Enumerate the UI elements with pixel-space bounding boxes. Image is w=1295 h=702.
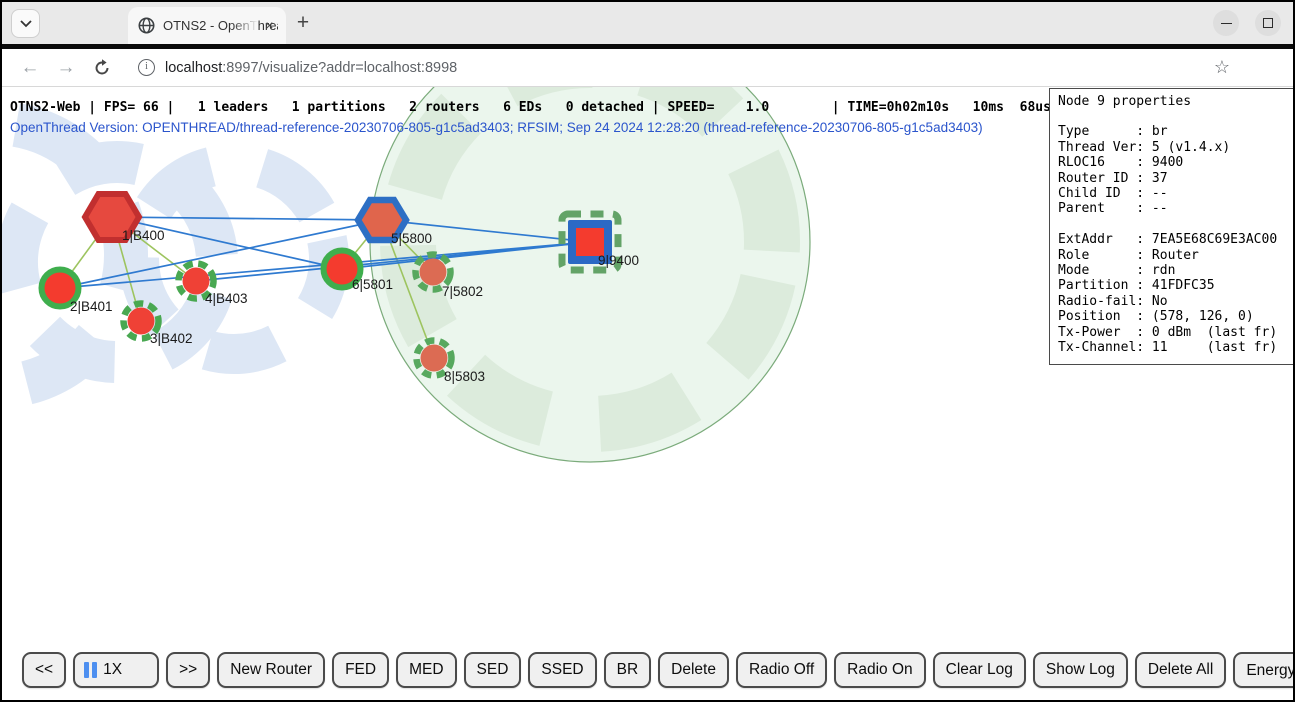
otns-canvas-area[interactable]: 1|B400 2|B401 3|B402 4|B403 5|5800 6|580… <box>2 87 1293 700</box>
pause-icon <box>84 662 97 678</box>
url-path: :8997/visualize?addr=localhost:8998 <box>222 60 457 76</box>
browser-window: OTNS2 - OpenThread Ne × + ← → i localhos… <box>2 2 1293 700</box>
control-button-row: << 1X >> New Router FED MED SED SSED BR … <box>22 652 1293 688</box>
prop-mode: Mode : rdn <box>1058 263 1293 278</box>
radio-off-button[interactable]: Radio Off <box>736 652 827 688</box>
ssed-button[interactable]: SSED <box>528 652 596 688</box>
node-label: 6|5801 <box>352 277 393 292</box>
tab-active[interactable]: OTNS2 - OpenThread Ne × <box>128 7 286 44</box>
node-label: 1|B400 <box>122 228 165 243</box>
prop-partition: Partition : 41FDFC35 <box>1058 278 1293 293</box>
tab-close-icon[interactable]: × <box>261 17 278 34</box>
chevron-down-icon <box>20 20 32 28</box>
minimize-button[interactable] <box>1213 10 1239 36</box>
link-1-5 <box>112 217 382 220</box>
prop-radio-fail: Radio-fail: No <box>1058 294 1293 309</box>
forward-button[interactable]: → <box>52 57 80 79</box>
prop-router-id: Router ID : 37 <box>1058 171 1293 186</box>
window-controls <box>1213 10 1281 36</box>
profile-avatar[interactable]: E <box>1250 54 1277 81</box>
node-label: 2|B401 <box>70 299 113 314</box>
show-log-button[interactable]: Show Log <box>1033 652 1128 688</box>
browser-toolbar: ← → i localhost:8997/visualize?addr=loca… <box>2 49 1293 87</box>
delete-button[interactable]: Delete <box>658 652 729 688</box>
prop-blank <box>1058 217 1293 232</box>
node-label: 9|9400 <box>598 253 639 268</box>
back-button[interactable]: ← <box>16 57 44 79</box>
new-tab-button[interactable]: + <box>292 13 314 35</box>
speed-down-button[interactable]: << <box>22 652 66 688</box>
globe-favicon-icon <box>138 17 155 34</box>
properties-title: Node 9 properties <box>1058 94 1293 109</box>
fed-button[interactable]: FED <box>332 652 389 688</box>
prop-tx-power: Tx-Power : 0 dBm (last fr) <box>1058 325 1293 340</box>
maximize-button[interactable] <box>1255 10 1281 36</box>
node-label: 8|5803 <box>444 369 485 384</box>
url-host: localhost <box>165 60 222 76</box>
energy-stats-button[interactable]: Energy-stats ↗ <box>1233 652 1293 688</box>
speed-up-button[interactable]: >> <box>166 652 210 688</box>
maximize-icon <box>1263 18 1273 28</box>
br-button[interactable]: BR <box>604 652 652 688</box>
prop-parent: Parent : -- <box>1058 201 1293 216</box>
openthread-version-line: OpenThread Version: OPENTHREAD/thread-re… <box>10 120 983 135</box>
minimize-icon <box>1221 23 1232 24</box>
radio-on-button[interactable]: Radio On <box>834 652 925 688</box>
node-label: 7|5802 <box>442 284 483 299</box>
delete-all-button[interactable]: Delete All <box>1135 652 1226 688</box>
new-router-button[interactable]: New Router <box>217 652 325 688</box>
reload-icon <box>93 59 111 77</box>
prop-child-id: Child ID : -- <box>1058 186 1293 201</box>
node-label: 4|B403 <box>205 291 248 306</box>
simulation-status-line: OTNS2-Web | FPS= 66 | 1 leaders 1 partit… <box>10 100 1051 115</box>
clear-log-button[interactable]: Clear Log <box>933 652 1026 688</box>
reload-button[interactable] <box>88 59 116 77</box>
prop-rloc16: RLOC16 : 9400 <box>1058 155 1293 170</box>
pause-speed-button[interactable]: 1X <box>73 652 159 688</box>
med-button[interactable]: MED <box>396 652 456 688</box>
tab-search-button[interactable] <box>11 9 40 38</box>
prop-extaddr: ExtAddr : 7EA5E68C69E3AC00 <box>1058 232 1293 247</box>
sed-button[interactable]: SED <box>464 652 522 688</box>
prop-role: Role : Router <box>1058 248 1293 263</box>
bookmark-star-icon[interactable]: ☆ <box>1214 57 1230 78</box>
site-info-icon[interactable]: i <box>138 59 155 76</box>
tab-title-fade <box>232 7 258 44</box>
speed-label: 1X <box>103 661 122 679</box>
prop-position: Position : (578, 126, 0) <box>1058 309 1293 324</box>
tab-strip: OTNS2 - OpenThread Ne × + <box>2 2 1293 44</box>
prop-tx-channel: Tx-Channel: 11 (last fr) <box>1058 340 1293 355</box>
node-label: 5|5800 <box>391 231 432 246</box>
prop-thread-ver: Thread Ver: 5 (v1.4.x) <box>1058 140 1293 155</box>
url-bar[interactable]: localhost:8997/visualize?addr=localhost:… <box>165 60 1214 76</box>
node-properties-panel: Node 9 properties Type : br Thread Ver: … <box>1049 88 1293 365</box>
prop-type: Type : br <box>1058 124 1293 139</box>
node-label: 3|B402 <box>150 331 193 346</box>
